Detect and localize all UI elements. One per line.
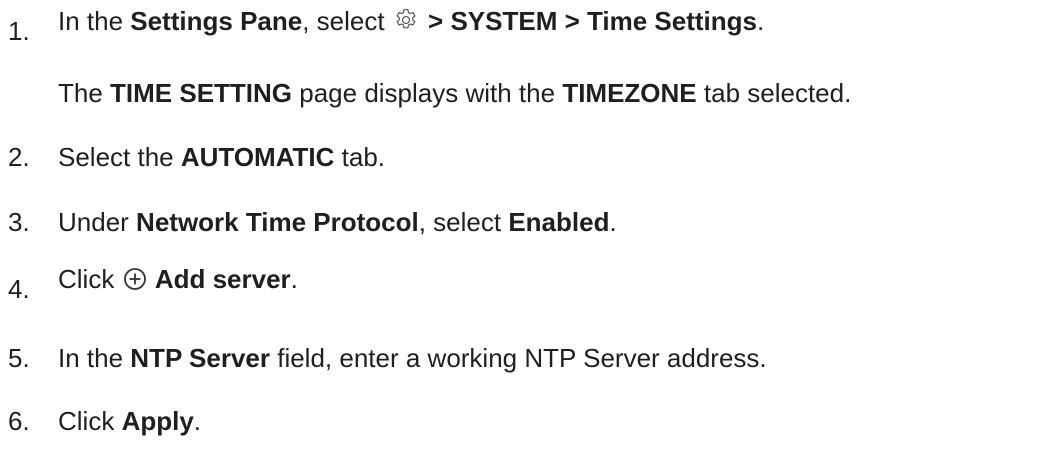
step-text: In the Settings Pane, select > SYSTEM > … [58, 6, 765, 36]
gear-icon [393, 7, 419, 33]
step-text: Click Apply. [58, 406, 202, 436]
procedure-steps: 1. In the Settings Pane, select > SYSTEM… [0, 0, 1049, 461]
plus-circle-icon [123, 267, 147, 291]
menu-path: > SYSTEM > Time Settings [420, 6, 757, 36]
apply-label: Apply [121, 406, 194, 436]
step-text: Under Network Time Protocol, select Enab… [58, 207, 617, 237]
step-text: Click Add server. [58, 264, 298, 294]
step-text: In the NTP Server field, enter a working… [58, 343, 767, 373]
add-server-label: Add server [148, 264, 291, 294]
automatic-tab-label: AUTOMATIC [180, 142, 335, 172]
step-text: The TIME SETTING page displays with the … [58, 78, 852, 108]
time-setting-label: TIME SETTING [110, 78, 293, 108]
step-text: Select the AUTOMATIC tab. [58, 142, 386, 172]
ntp-server-label: NTP Server [130, 343, 270, 373]
settings-pane-label: Settings Pane [130, 6, 303, 36]
enabled-label: Enabled [508, 207, 610, 237]
timezone-label: TIMEZONE [562, 78, 697, 108]
ntp-label: Network Time Protocol [136, 207, 419, 237]
